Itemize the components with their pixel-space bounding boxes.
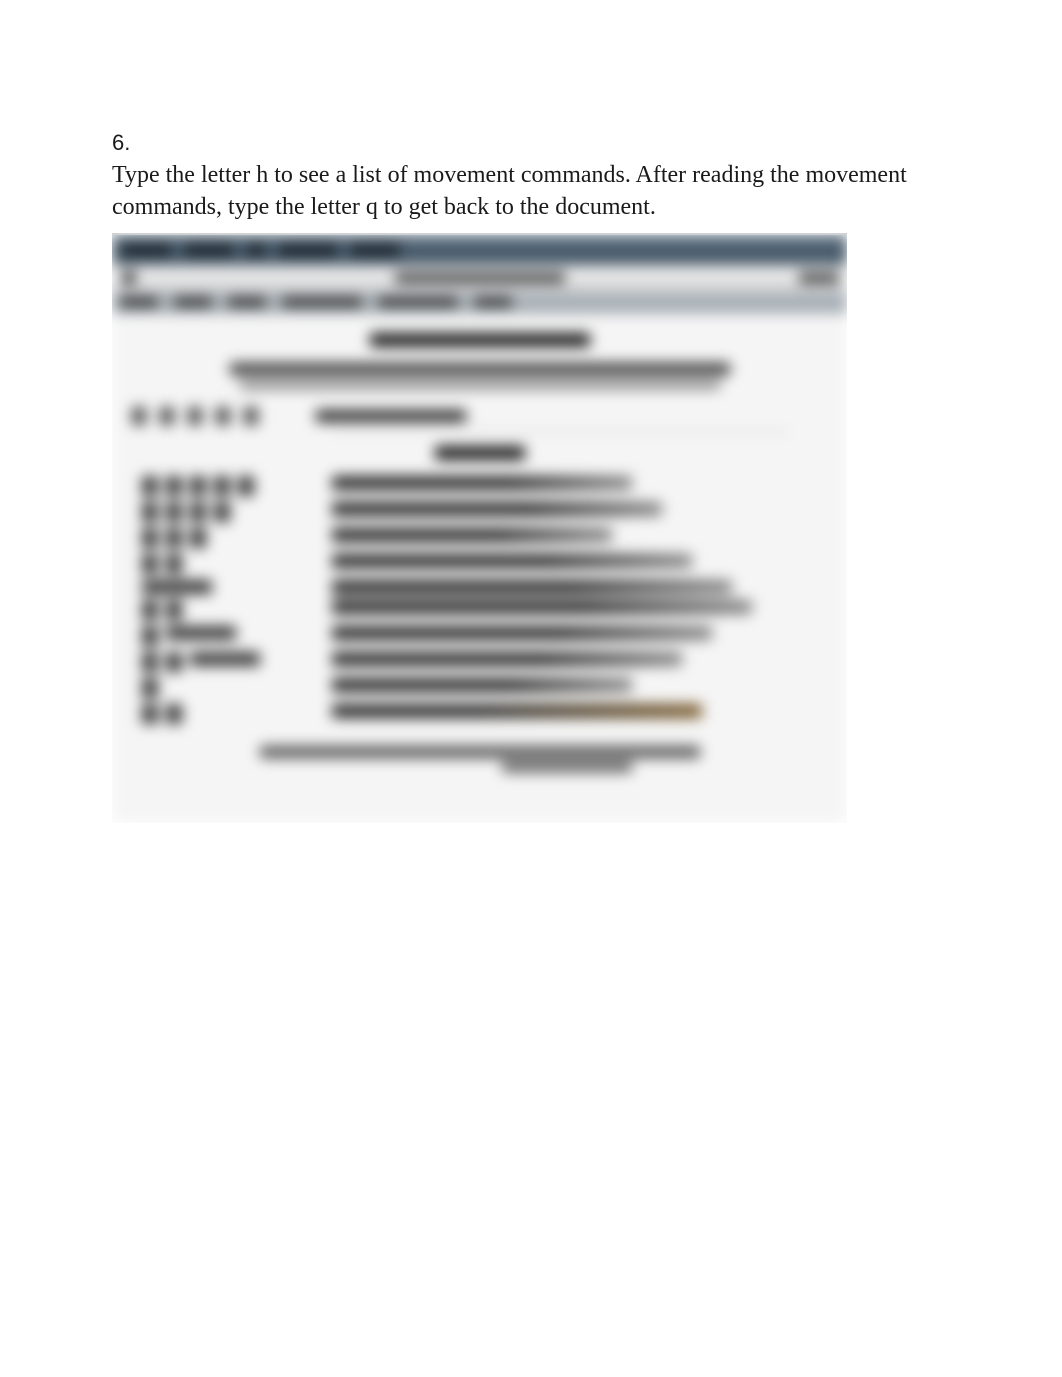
section-heading-moving xyxy=(435,446,525,460)
help-body xyxy=(112,313,847,823)
window-titlebar xyxy=(112,265,847,291)
window-controls xyxy=(799,273,839,283)
help-subheading-2 xyxy=(240,381,720,389)
close-icon xyxy=(122,271,136,285)
footer-note xyxy=(260,746,700,758)
options-row xyxy=(132,407,827,425)
instruction-text: Type the letter h to see a list of movem… xyxy=(112,160,950,223)
window-title xyxy=(395,273,565,283)
commands-grid xyxy=(132,476,827,724)
help-heading xyxy=(370,333,590,347)
embedded-screenshot xyxy=(112,233,847,823)
menu-bar xyxy=(112,291,847,313)
footer-note-tail xyxy=(502,762,632,772)
step-number: 6. xyxy=(112,130,950,156)
desktop-taskbar xyxy=(112,235,847,265)
help-subheading-1 xyxy=(230,363,730,375)
